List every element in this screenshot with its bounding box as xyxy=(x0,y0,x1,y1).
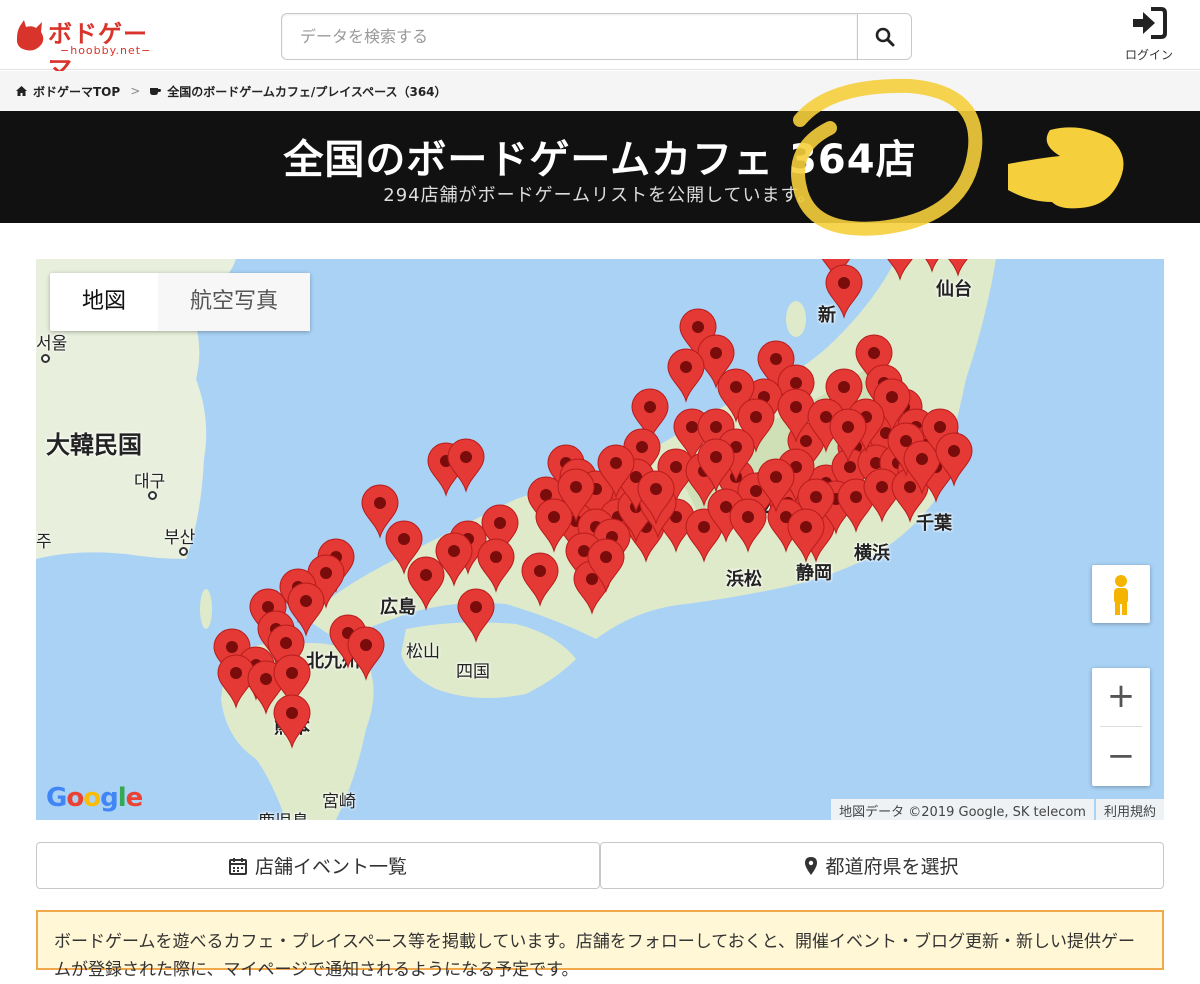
store-pin[interactable] xyxy=(535,498,573,553)
zoom-control: + − xyxy=(1092,668,1150,786)
store-pin[interactable] xyxy=(825,264,863,319)
breadcrumb-home-label: ボドゲーマTOP xyxy=(33,84,121,99)
store-pin[interactable] xyxy=(729,498,767,553)
breadcrumb-current: 全国のボードゲームカフェ/プレイスペース（364） xyxy=(150,83,447,100)
calendar-icon xyxy=(228,857,247,875)
breadcrumb-home[interactable]: ボドゲーマTOP xyxy=(16,83,120,100)
breadcrumb: ボドゲーマTOP > 全国のボードゲームカフェ/プレイスペース（364） xyxy=(0,71,1200,111)
search-bar xyxy=(281,13,912,60)
street-view-pegman[interactable] xyxy=(1092,565,1150,623)
zoom-out-button[interactable]: − xyxy=(1092,728,1150,786)
store-pin[interactable] xyxy=(447,438,485,493)
breadcrumb-separator: > xyxy=(130,84,141,98)
map-view[interactable]: 地図 航空写真 서울 大韓民国 대구 부산 주 新 仙台 富山 本州 日本 千葉… xyxy=(36,259,1164,820)
store-pin[interactable] xyxy=(882,259,918,281)
map-pins xyxy=(213,259,976,749)
map-attribution: 地図データ ©2019 Google, SK telecom 利用規約 xyxy=(831,799,1164,820)
page-banner: 全国のボードゲームカフェ 364店 294店舗がボードゲームリストを公開していま… xyxy=(0,111,1200,223)
page-title: 全国のボードゲームカフェ 364店 xyxy=(283,137,917,183)
login-label: ログイン xyxy=(1124,48,1173,62)
store-pin[interactable] xyxy=(347,626,385,681)
logo-subtext: −hoobby.net− xyxy=(60,44,152,57)
page-subtitle: 294店舗がボードゲームリストを公開しています。 xyxy=(383,185,817,206)
login-icon xyxy=(1133,7,1167,39)
site-header: ボドゲーマ −hoobby.net− ログイン xyxy=(0,0,1200,83)
store-pin[interactable] xyxy=(521,552,559,607)
site-logo[interactable]: ボドゲーマ −hoobby.net− xyxy=(14,12,164,83)
store-pin[interactable] xyxy=(407,556,445,611)
store-pin[interactable] xyxy=(914,259,950,273)
cafe-cup-icon xyxy=(150,87,162,95)
select-prefecture-label: 都道府県を選択 xyxy=(825,856,959,878)
store-pin[interactable] xyxy=(940,259,976,277)
store-pin[interactable] xyxy=(477,538,515,593)
breadcrumb-current-label: 全国のボードゲームカフェ/プレイスペース（364） xyxy=(167,84,447,99)
map-marker-icon xyxy=(805,856,818,875)
search-button[interactable] xyxy=(857,13,912,60)
zoom-in-button[interactable]: + xyxy=(1092,668,1150,726)
store-pin[interactable] xyxy=(273,694,311,749)
store-pin[interactable] xyxy=(457,588,495,643)
pegman-icon xyxy=(1114,575,1128,615)
search-icon xyxy=(875,27,894,46)
login-button[interactable]: ログイン xyxy=(1116,6,1182,66)
select-prefecture-button[interactable]: 都道府県を選択 xyxy=(600,842,1164,889)
home-icon xyxy=(16,86,27,96)
logo-mark-icon xyxy=(16,20,44,51)
search-input[interactable] xyxy=(281,13,858,60)
zoom-divider xyxy=(1100,726,1142,727)
store-events-label: 店舗イベント一覧 xyxy=(254,856,407,878)
map-attribution-text: 地図データ ©2019 Google, SK telecom xyxy=(831,799,1094,820)
store-events-button[interactable]: 店舗イベント一覧 xyxy=(36,842,600,889)
info-notice: ボードゲームを遊べるカフェ・プレイスペース等を掲載しています。店舗をフォローして… xyxy=(36,910,1164,980)
map-terms-link[interactable]: 利用規約 xyxy=(1095,799,1164,820)
store-pin[interactable] xyxy=(667,348,705,403)
google-logo: Google xyxy=(46,783,143,813)
